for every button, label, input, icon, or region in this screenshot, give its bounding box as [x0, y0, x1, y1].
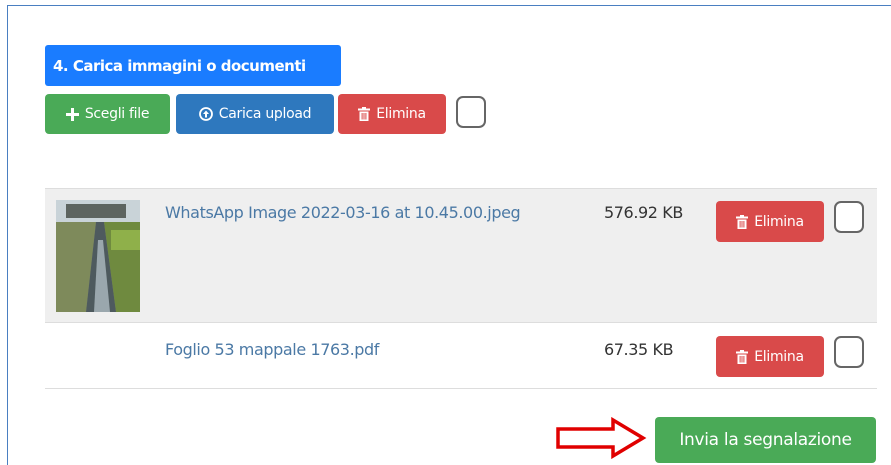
trash-icon — [736, 214, 749, 229]
row-divider — [45, 188, 877, 189]
file-thumbnail[interactable] — [56, 200, 140, 312]
upload-button[interactable]: Carica upload — [176, 94, 334, 134]
section-title: 4. Carica immagini o documenti — [45, 45, 341, 86]
row-divider — [45, 322, 877, 323]
choose-file-button[interactable]: Scegli file — [45, 94, 170, 134]
trash-icon — [736, 349, 749, 364]
submit-report-button[interactable]: Invia la segnalazione — [655, 417, 876, 463]
file-link[interactable]: Foglio 53 mappale 1763.pdf — [165, 340, 379, 359]
delete-file-button[interactable]: Elimina — [716, 201, 824, 242]
delete-all-label: Elimina — [376, 106, 426, 122]
plus-icon — [65, 107, 79, 121]
file-checkbox[interactable] — [834, 201, 864, 233]
delete-all-button[interactable]: Elimina — [338, 94, 446, 134]
delete-file-button[interactable]: Elimina — [716, 336, 824, 377]
file-link[interactable]: WhatsApp Image 2022-03-16 at 10.45.00.jp… — [165, 203, 521, 222]
delete-file-label: Elimina — [754, 348, 804, 365]
file-size: 67.35 KB — [604, 340, 674, 359]
row-divider — [45, 388, 877, 389]
upload-circle-icon — [198, 107, 213, 121]
choose-file-label: Scegli file — [84, 106, 150, 122]
file-size: 576.92 KB — [604, 203, 683, 222]
upload-label: Carica upload — [218, 106, 312, 122]
right-arrow-icon — [555, 417, 647, 459]
select-all-checkbox[interactable] — [456, 96, 486, 128]
trash-icon — [358, 107, 371, 121]
file-checkbox[interactable] — [834, 336, 864, 368]
delete-file-label: Elimina — [754, 213, 804, 230]
